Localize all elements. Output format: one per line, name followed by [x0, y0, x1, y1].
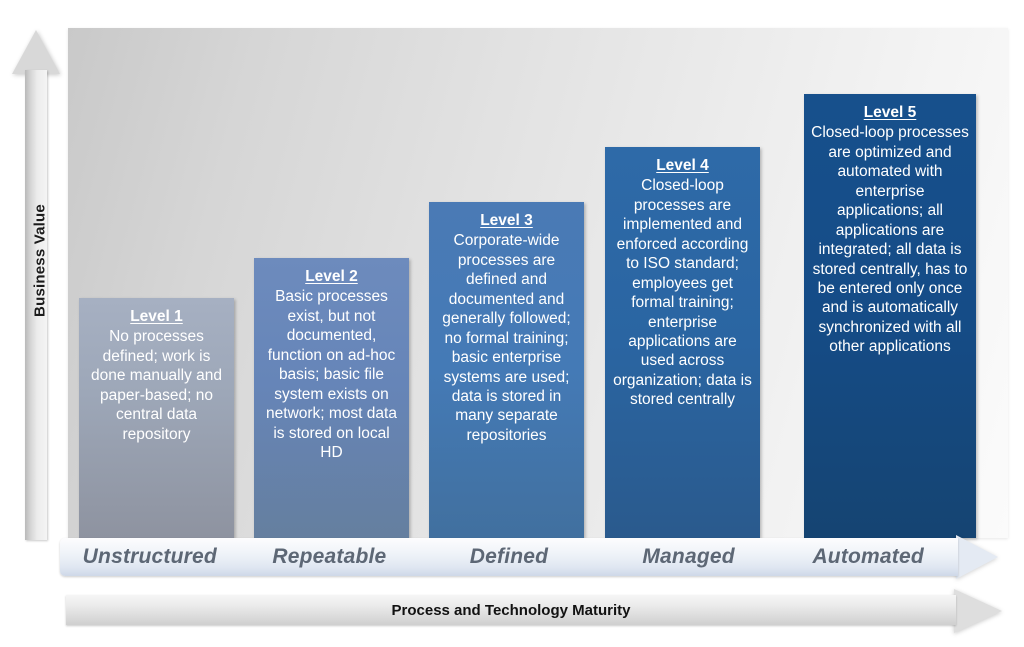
- maturity-bar-level-4[interactable]: Level 4 Closed-loop processes are implem…: [605, 147, 760, 538]
- bar-description: Basic processes exist, but not documente…: [266, 288, 397, 461]
- maturity-bar-level-3[interactable]: Level 3 Corporate-wide processes are def…: [429, 202, 584, 538]
- up-arrow-icon: [12, 30, 60, 74]
- bar-level-label: Level 3: [480, 212, 533, 229]
- bar-description: Closed-loop processes are implemented an…: [613, 177, 752, 409]
- bar-level-label: Level 5: [863, 104, 917, 121]
- stage-label-repeatable: Repeatable: [272, 545, 387, 568]
- stage-label-automated: Automated: [812, 545, 924, 568]
- business-value-axis: Business Value: [12, 22, 60, 540]
- stage-label-managed: Managed: [642, 545, 735, 568]
- band-arrow-icon: [956, 535, 998, 579]
- bar-description: Corporate-wide processes are defined and…: [442, 232, 571, 444]
- maturity-axis: Process and Technology Maturity: [66, 589, 1010, 633]
- y-axis-label: Business Value: [31, 204, 49, 317]
- maturity-bar-level-5[interactable]: Level 5 Closed-loop processes are optimi…: [804, 94, 976, 538]
- bar-level-label: Level 1: [130, 308, 183, 325]
- stage-list: Unstructured Repeatable Defined Managed …: [60, 538, 958, 576]
- bar-description: Closed-loop processes are optimized and …: [811, 124, 969, 356]
- bar-description: No processes defined; work is done manua…: [91, 328, 222, 443]
- maturity-bar-level-1[interactable]: Level 1 No processes defined; work is do…: [79, 298, 234, 538]
- stage-label-band: Unstructured Repeatable Defined Managed …: [60, 535, 1010, 579]
- bar-level-label: Level 4: [656, 157, 709, 174]
- x-axis-label: Process and Technology Maturity: [391, 601, 631, 619]
- right-arrow-icon: [954, 589, 1002, 633]
- stage-label-defined: Defined: [469, 545, 549, 568]
- chart-plot-area: Level 1 No processes defined; work is do…: [68, 28, 1008, 538]
- stage-label-unstructured: Unstructured: [82, 545, 217, 568]
- maturity-bar-level-2[interactable]: Level 2 Basic processes exist, but not d…: [254, 258, 409, 538]
- bar-level-label: Level 2: [305, 268, 358, 285]
